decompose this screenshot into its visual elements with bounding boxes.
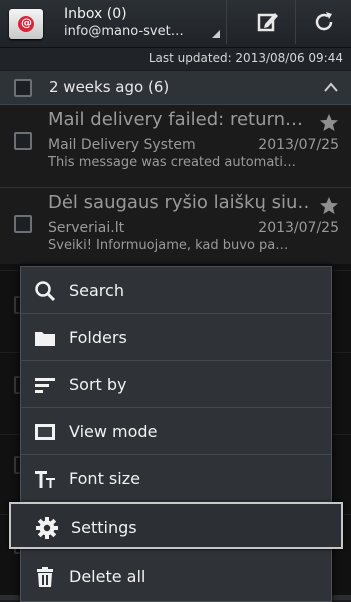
group-checkbox[interactable] <box>14 79 32 97</box>
last-updated-text: Last updated: 2013/08/06 09:44 <box>148 51 343 65</box>
star-icon[interactable] <box>319 196 339 216</box>
at-sign-icon <box>18 16 34 32</box>
menu-item-delete-all[interactable]: Delete all <box>21 553 331 600</box>
message-subject: Dėl saugaus ryšio laiškų siu… <box>48 192 310 213</box>
compose-icon <box>257 13 278 32</box>
chevron-up-icon[interactable] <box>323 81 339 93</box>
search-icon <box>33 279 57 303</box>
message-date: 2013/07/25 <box>258 137 339 153</box>
date-group-header[interactable]: 2 weeks ago (6) <box>0 71 351 105</box>
message-sender: Mail Delivery System <box>48 137 196 153</box>
message-subject: Mail delivery failed: return… <box>48 109 303 130</box>
message-row[interactable]: Dėl saugaus ryšio laiškų siu… Serveriai.… <box>0 188 351 271</box>
menu-item-label: Folders <box>69 328 127 347</box>
message-preview: Sveiki! Informuojame, kad buvo pa… <box>48 238 289 253</box>
star-icon[interactable] <box>319 113 339 133</box>
menu-item-label: Font size <box>69 469 140 488</box>
compose-button[interactable] <box>241 0 296 44</box>
trash-icon <box>33 565 57 589</box>
message-row[interactable]: Mail delivery failed: return… Mail Deliv… <box>0 105 351 188</box>
inbox-title: Inbox (0) <box>64 6 127 22</box>
folder-icon <box>33 326 57 350</box>
menu-item-label: Sort by <box>69 375 127 394</box>
account-selector[interactable]: Inbox (0) info@mano-svet… <box>52 0 227 44</box>
message-checkbox[interactable] <box>14 215 32 233</box>
menu-item-view-mode[interactable]: View mode <box>21 408 331 455</box>
message-date: 2013/07/25 <box>258 220 339 236</box>
menu-item-settings[interactable]: Settings <box>9 502 343 549</box>
gear-icon <box>35 516 59 540</box>
options-menu: Search Folders Sort by View mode Font si… <box>9 266 343 602</box>
menu-item-label: View mode <box>69 422 158 441</box>
message-preview: This message was created automati… <box>48 155 297 170</box>
menu-item-folders[interactable]: Folders <box>21 314 331 361</box>
view-mode-icon <box>33 420 57 444</box>
refresh-icon <box>315 12 333 31</box>
account-email: info@mano-svet… <box>64 24 184 39</box>
email-app-icon[interactable] <box>9 9 43 39</box>
message-checkbox[interactable] <box>14 132 32 150</box>
dropdown-corner-icon <box>212 30 220 38</box>
menu-item-search[interactable]: Search <box>21 267 331 314</box>
last-updated-bar: Last updated: 2013/08/06 09:44 <box>0 48 351 70</box>
menu-item-sort-by[interactable]: Sort by <box>21 361 331 408</box>
menu-item-label: Search <box>69 281 124 300</box>
refresh-button[interactable] <box>297 0 351 44</box>
message-sender: Serveriai.lt <box>48 220 125 236</box>
group-label: 2 weeks ago (6) <box>49 78 170 96</box>
menu-item-label: Delete all <box>69 567 146 586</box>
menu-item-font-size[interactable]: Font size <box>21 455 331 502</box>
app-header: Inbox (0) info@mano-svet… <box>0 0 351 48</box>
sort-icon <box>33 373 57 397</box>
font-size-icon <box>33 467 57 491</box>
menu-item-label: Settings <box>71 518 137 537</box>
